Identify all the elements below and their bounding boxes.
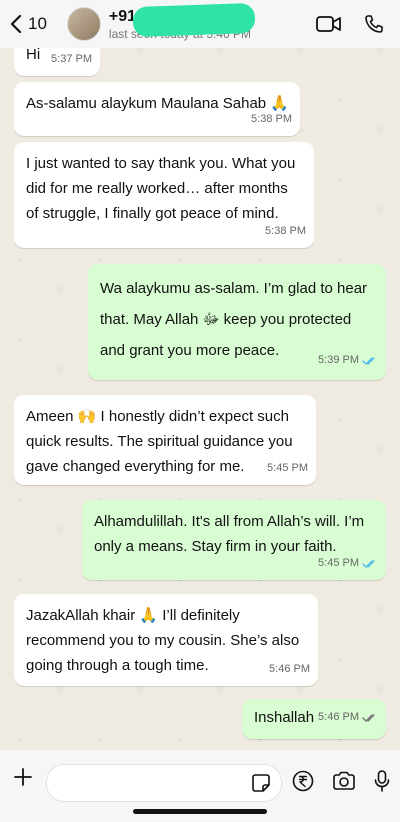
plus-icon (14, 768, 32, 786)
read-ticks-icon (362, 559, 375, 568)
contact-info[interactable]: +91 last seen today at 5:46 PM (109, 2, 316, 41)
message-time: 5:39 PM (318, 354, 359, 366)
back-button[interactable]: 10 (10, 14, 47, 34)
message-time: 5:46 PM (269, 663, 310, 675)
message-meta: 5:45 PM (267, 456, 308, 481)
home-indicator (133, 809, 267, 814)
unread-count: 10 (28, 14, 47, 33)
message-incoming[interactable]: JazakAllah khair 🙏 I’ll definitely recom… (14, 594, 318, 686)
redaction-mark (132, 2, 256, 37)
camera-icon[interactable] (332, 771, 356, 791)
message-input[interactable] (46, 764, 282, 802)
message-time: 5:38 PM (265, 225, 306, 237)
message-incoming[interactable]: As-salamu alaykum Maulana Sahab 🙏 5:38 P… (14, 82, 300, 136)
read-ticks-icon (362, 356, 375, 365)
message-time: 5:45 PM (267, 462, 308, 474)
message-meta: 5:39 PM (318, 345, 378, 376)
message-time: 5:46 PM (318, 711, 359, 723)
message-meta: 5:46 PM (269, 657, 310, 682)
message-outgoing[interactable]: Inshallah 5:46 PM (242, 699, 386, 739)
message-meta: 5:37 PM (51, 47, 92, 72)
message-text: JazakAllah khair 🙏 I’ll definitely recom… (26, 607, 300, 674)
message-text: Hi (26, 46, 41, 63)
message-meta: 5:45 PM (318, 551, 378, 576)
message-outgoing[interactable]: Wa alaykumu as-salam. I’m glad to hear t… (88, 264, 386, 380)
message-meta: 5:46 PM (318, 705, 378, 730)
message-meta: 5:38 PM (251, 107, 292, 132)
delivered-ticks-icon (362, 713, 375, 722)
sticker-icon[interactable] (251, 773, 271, 793)
microphone-icon[interactable] (374, 770, 390, 792)
message-text: As-salamu alaykum Maulana Sahab 🙏 (26, 95, 289, 112)
avatar[interactable] (66, 7, 101, 41)
phone-icon[interactable] (364, 14, 384, 34)
message-text: Alhamdulillah. It's all from Allah’s wil… (94, 513, 365, 555)
message-outgoing[interactable]: Alhamdulillah. It's all from Allah’s wil… (82, 500, 386, 580)
chat-header: 10 +91 last seen today at 5:46 PM (0, 0, 400, 48)
message-incoming[interactable]: Ameen 🙌 I honestly didn’t expect such qu… (14, 395, 316, 485)
video-call-icon[interactable] (316, 15, 342, 33)
message-incoming[interactable]: I just wanted to say thank you. What you… (14, 142, 314, 248)
attach-button[interactable] (10, 764, 36, 790)
message-text: I just wanted to say thank you. What you… (26, 155, 296, 222)
rupee-icon[interactable] (292, 770, 314, 792)
message-text: Ameen 🙌 I honestly didn’t expect such qu… (26, 408, 293, 475)
message-time: 5:37 PM (51, 53, 92, 65)
message-time: 5:38 PM (251, 113, 292, 125)
message-text: Inshallah (254, 709, 315, 726)
message-meta: 5:38 PM (265, 219, 306, 244)
message-time: 5:45 PM (318, 557, 359, 569)
chevron-left-icon (10, 14, 22, 34)
